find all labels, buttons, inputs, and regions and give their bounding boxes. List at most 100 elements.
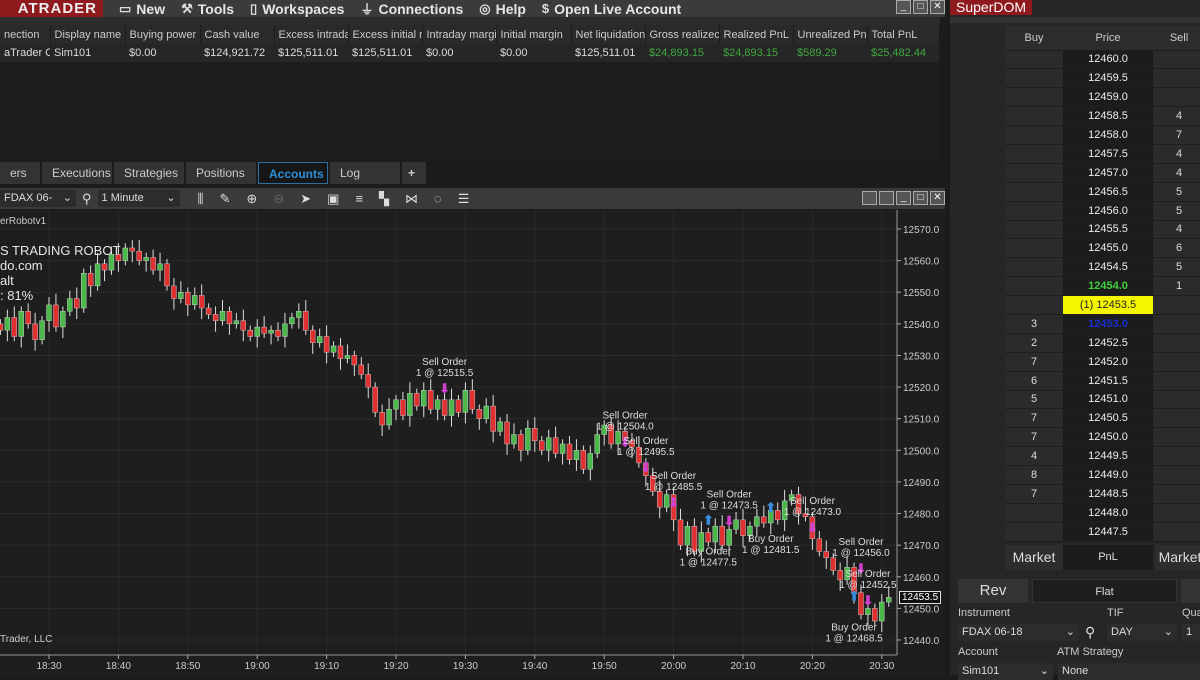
buy-cell[interactable]	[1005, 163, 1063, 183]
buy-cell[interactable]	[1005, 201, 1063, 221]
price-cell[interactable]: (1) 12453.5	[1063, 295, 1153, 315]
sell-cell[interactable]	[1153, 68, 1200, 89]
atm-strategy-select[interactable]: None	[1058, 663, 1200, 680]
sell-cell[interactable]: 5	[1153, 182, 1200, 202]
price-cell[interactable]: 12459.0	[1063, 87, 1153, 108]
sell-cell[interactable]: 4	[1153, 144, 1200, 164]
ladder-row[interactable]: 2 12452.5	[1005, 333, 1200, 353]
ladder-row[interactable]: 12447.5	[1005, 522, 1200, 542]
sell-cell[interactable]	[1153, 503, 1200, 523]
minimize-button[interactable]: _	[896, 0, 911, 14]
menu-tools[interactable]: ⚒ Tools	[181, 1, 234, 17]
strategies-icon[interactable]: ⋈	[405, 191, 418, 207]
buy-cell[interactable]: 7	[1005, 352, 1063, 372]
column-header[interactable]: nection	[0, 25, 51, 44]
maximize-button[interactable]: □	[913, 191, 928, 205]
price-cell[interactable]: 12460.0	[1063, 50, 1153, 70]
price-cell[interactable]: 12452.0	[1063, 352, 1153, 372]
buy-cell[interactable]: 4	[1005, 446, 1063, 467]
maximize-button[interactable]: □	[913, 0, 928, 14]
buy-cell[interactable]	[1005, 125, 1063, 145]
price-cell[interactable]: 12459.5	[1063, 68, 1153, 89]
price-cell[interactable]: 12455.0	[1063, 238, 1153, 259]
ladder-row[interactable]: 12454.5 5	[1005, 257, 1200, 278]
buy-cell[interactable]	[1005, 144, 1063, 164]
candlestick-chart[interactable]: 18:30 18:40 18:50 19:00 19:10 19:20 19:30 19:40…	[0, 210, 945, 675]
tab-positions[interactable]: Positions	[186, 162, 256, 184]
ladder-row[interactable]: 7 12452.0	[1005, 352, 1200, 372]
price-cell[interactable]: 12454.0	[1063, 276, 1153, 297]
account-select[interactable]: Sim101 ⌄	[958, 663, 1053, 680]
column-header[interactable]: Excess initial r	[348, 25, 423, 44]
buy-cell[interactable]	[1005, 257, 1063, 278]
price-cell[interactable]: 12450.0	[1063, 427, 1153, 448]
column-header[interactable]: Excess intrada	[274, 25, 349, 44]
column-header[interactable]: Buying power	[125, 25, 201, 44]
ladder-row[interactable]: 5 12451.0	[1005, 390, 1200, 410]
price-cell[interactable]: 12455.5	[1063, 220, 1153, 240]
tile-button[interactable]	[862, 191, 877, 205]
ladder-row[interactable]: 12457.5 4	[1005, 144, 1200, 164]
sell-cell[interactable]: 5	[1153, 201, 1200, 221]
search-icon[interactable]: ⚲	[82, 191, 92, 207]
buy-cell[interactable]	[1005, 87, 1063, 108]
search-icon[interactable]: ⚲	[1085, 624, 1095, 641]
sell-cell[interactable]: 4	[1153, 163, 1200, 183]
buy-cell[interactable]: 5	[1005, 390, 1063, 410]
ladder-row[interactable]: 12455.0 6	[1005, 238, 1200, 259]
ladder-row[interactable]: 12459.5	[1005, 68, 1200, 89]
ladder-row[interactable]: 7 12448.5	[1005, 484, 1200, 504]
templates-icon[interactable]: ▚	[379, 191, 389, 207]
sell-cell[interactable]	[1153, 333, 1200, 353]
buy-cell[interactable]: 7	[1005, 408, 1063, 429]
menu-new[interactable]: ▭ New	[119, 1, 165, 17]
ladder-row[interactable]: 12448.0	[1005, 503, 1200, 523]
close-position-button[interactable]	[1181, 579, 1200, 603]
sell-cell[interactable]: 7	[1153, 125, 1200, 145]
ladder-row[interactable]: 12457.0 4	[1005, 163, 1200, 183]
tif-select[interactable]: DAY ⌄	[1107, 624, 1177, 641]
flat-button[interactable]: Flat	[1032, 579, 1177, 603]
ladder-row[interactable]: 4 12449.5	[1005, 446, 1200, 467]
sell-cell[interactable]	[1153, 371, 1200, 391]
ladder-row[interactable]: 8 12449.0	[1005, 465, 1200, 485]
buy-cell[interactable]: 8	[1005, 465, 1063, 485]
menu-workspaces[interactable]: ▯ Workspaces	[250, 1, 344, 17]
buy-cell[interactable]	[1005, 276, 1063, 297]
ladder-row[interactable]: 12454.0 1	[1005, 276, 1200, 297]
sell-cell[interactable]	[1153, 446, 1200, 467]
buy-cell[interactable]: 2	[1005, 333, 1063, 353]
ladder-row[interactable]: 12459.0	[1005, 87, 1200, 108]
price-ladder[interactable]: Buy Price Sell 12460.0 12459.5 12459.0 12458.…	[1005, 26, 1200, 542]
column-header[interactable]: Display name	[50, 25, 126, 44]
price-cell[interactable]: 12448.5	[1063, 484, 1153, 504]
price-cell[interactable]: 12451.5	[1063, 371, 1153, 391]
price-cell[interactable]: 12453.0	[1063, 314, 1153, 334]
instrument-select[interactable]: FDAX 06-18 ⌄	[958, 624, 1079, 641]
sell-cell[interactable]	[1153, 427, 1200, 448]
ladder-row[interactable]: 12456.0 5	[1005, 201, 1200, 221]
zoom-out-icon[interactable]: ⊖	[273, 191, 284, 207]
sell-cell[interactable]: 4	[1153, 106, 1200, 127]
indicators-icon[interactable]: ≡	[355, 191, 363, 206]
account-row[interactable]: aTrader C Sim101 $0.00 $124,921.72 $125,511.…	[0, 44, 939, 62]
ladder-row[interactable]: 12456.5 5	[1005, 182, 1200, 202]
column-header[interactable]: Total PnL	[867, 25, 940, 44]
buy-cell[interactable]	[1005, 182, 1063, 202]
sell-cell[interactable]	[1153, 314, 1200, 334]
close-button[interactable]: ✕	[930, 0, 945, 14]
price-cell[interactable]: 12448.0	[1063, 503, 1153, 523]
column-header[interactable]: Net liquidation	[571, 25, 646, 44]
quantity-input[interactable]: 1	[1182, 624, 1200, 641]
buy-cell[interactable]: 6	[1005, 371, 1063, 391]
buy-cell[interactable]	[1005, 295, 1063, 315]
buy-cell[interactable]: 3	[1005, 314, 1063, 334]
sell-cell[interactable]	[1153, 484, 1200, 504]
ladder-row[interactable]: 12458.0 7	[1005, 125, 1200, 145]
sell-cell[interactable]	[1153, 465, 1200, 485]
pnl-display[interactable]: PnL	[1063, 545, 1153, 570]
buy-cell[interactable]	[1005, 106, 1063, 127]
ladder-row[interactable]: (1) 12453.5	[1005, 295, 1200, 315]
sell-cell[interactable]	[1153, 295, 1200, 315]
buy-cell[interactable]	[1005, 522, 1063, 542]
